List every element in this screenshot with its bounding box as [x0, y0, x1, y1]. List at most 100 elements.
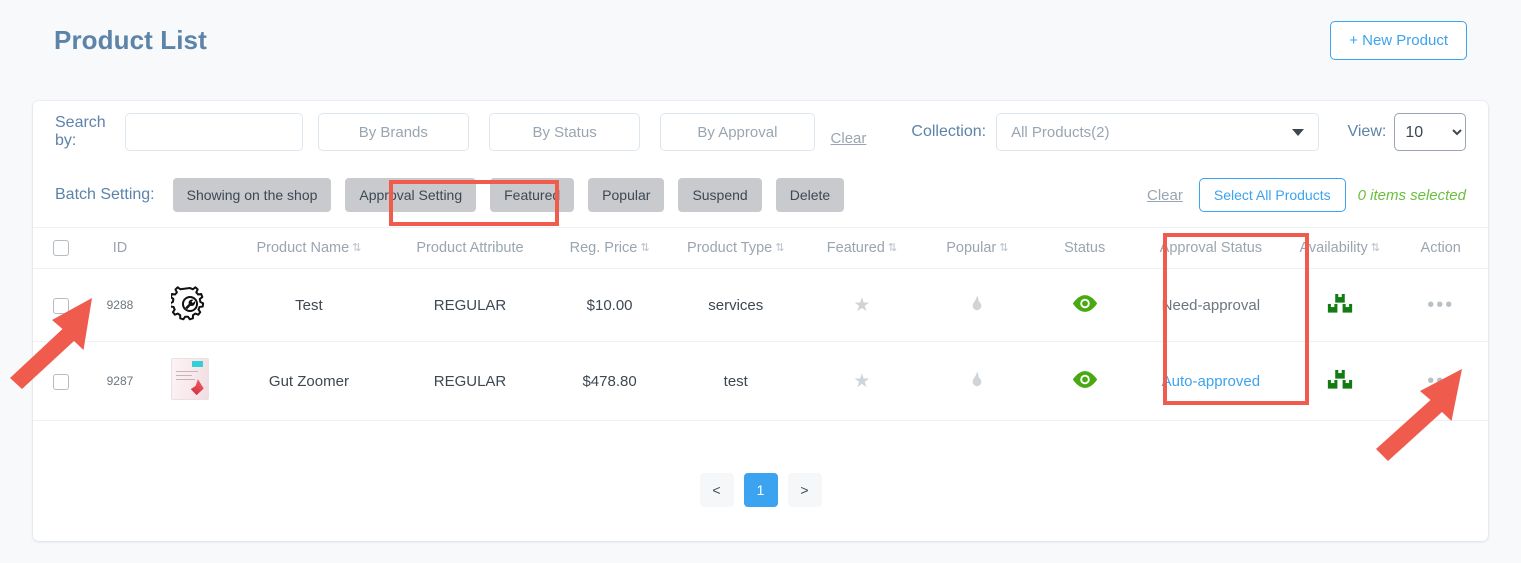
header-approval-status-label: Approval Status	[1159, 240, 1263, 257]
batch-showing-on-shop-button[interactable]: Showing on the shop	[172, 178, 332, 212]
pagination-next-button[interactable]: >	[787, 473, 822, 508]
row-product-type: services	[668, 268, 803, 343]
batch-delete-button[interactable]: Delete	[775, 178, 845, 212]
by-brands-button[interactable]: By Brands	[317, 113, 469, 151]
eye-icon[interactable]	[1071, 294, 1099, 317]
header-status-label: Status	[1064, 240, 1106, 257]
row-id: 9287	[88, 341, 152, 422]
row-action-cell: •••	[1393, 268, 1488, 343]
header-featured-label: Featured	[826, 240, 885, 257]
header-product-type-label: Product Type	[687, 240, 773, 257]
sort-icon[interactable]: ⇅	[640, 243, 649, 254]
batch-featured-button[interactable]: Featured	[490, 178, 575, 212]
view-count-select[interactable]: 10	[1394, 113, 1467, 151]
sort-icon[interactable]: ⇅	[999, 243, 1008, 254]
product-table-header: ID Product Name ⇅ Product Attribute Reg. …	[33, 226, 1488, 270]
select-all-products-button[interactable]: Select All Products	[1198, 178, 1346, 212]
header-popular[interactable]: Popular ⇅	[920, 226, 1034, 270]
filter-clear-link[interactable]: Clear	[831, 130, 867, 147]
header-product-name[interactable]: Product Name ⇅	[228, 226, 390, 270]
eye-icon[interactable]	[1071, 370, 1099, 393]
batch-popular-button[interactable]: Popular	[588, 178, 665, 212]
header-popular-label: Popular	[946, 240, 997, 257]
pagination-page-1-button[interactable]: 1	[743, 473, 778, 508]
row-product-type: test	[668, 341, 803, 422]
header-product-name-label: Product Name	[256, 240, 350, 257]
sort-icon[interactable]: ⇅	[888, 243, 897, 254]
flame-icon[interactable]	[969, 295, 985, 316]
header-featured[interactable]: Featured ⇅	[802, 226, 921, 270]
flame-icon[interactable]	[969, 371, 985, 392]
product-list-card: Search by: By Brands By Status By Approv…	[33, 101, 1488, 541]
box-cap	[191, 361, 203, 368]
pagination: < 1 >	[33, 421, 1488, 508]
row-thumbnail	[151, 341, 229, 422]
header-action: Action	[1393, 226, 1488, 270]
box-line	[175, 371, 198, 373]
filter-toolbar: Search by: By Brands By Status By Approv…	[33, 101, 1488, 163]
row-status-cell	[1033, 341, 1136, 422]
row-popular-cell	[920, 341, 1034, 422]
by-status-button[interactable]: By Status	[488, 113, 641, 151]
row-select-cell	[33, 268, 89, 343]
ellipsis-icon[interactable]: •••	[1427, 370, 1454, 392]
batch-approval-setting-button[interactable]: Approval Setting	[345, 178, 477, 212]
approval-status-link[interactable]: Auto-approved	[1162, 373, 1260, 390]
row-select-cell	[33, 341, 89, 422]
box-logo	[190, 379, 204, 396]
header-id[interactable]: ID	[88, 226, 152, 270]
header-product-type[interactable]: Product Type ⇅	[668, 226, 803, 270]
chevron-down-icon	[1292, 129, 1305, 136]
star-icon[interactable]: ★	[853, 295, 870, 316]
row-popular-cell	[920, 268, 1034, 343]
header-id-label: ID	[112, 240, 128, 257]
sort-icon[interactable]: ⇅	[775, 243, 784, 254]
batch-clear-link[interactable]: Clear	[1147, 187, 1183, 204]
header-action-label: Action	[1420, 240, 1461, 257]
select-all-checkbox[interactable]	[52, 240, 69, 257]
batch-toolbar: Batch Setting: Showing on the shop Appro…	[33, 163, 1488, 227]
row-featured-cell: ★	[802, 341, 921, 422]
search-input[interactable]	[124, 113, 303, 151]
row-product-name: Gut Zoomer	[228, 341, 390, 422]
header-status: Status	[1033, 226, 1136, 270]
ellipsis-icon[interactable]: •••	[1427, 294, 1454, 316]
page-header: Product List + New Product	[0, 0, 1521, 80]
row-product-attribute: REGULAR	[389, 268, 551, 343]
sort-icon[interactable]: ⇅	[352, 243, 361, 254]
header-reg-price[interactable]: Reg. Price ⇅	[550, 226, 669, 270]
product-box-photo	[170, 358, 209, 401]
pagination-prev-button[interactable]: <	[699, 473, 734, 508]
search-by-label: Search by:	[55, 113, 106, 149]
new-product-button[interactable]: + New Product	[1330, 20, 1467, 60]
row-reg-price: $478.80	[550, 341, 669, 422]
row-checkbox[interactable]	[52, 373, 69, 390]
collection-dropdown[interactable]: All Products(2)	[996, 113, 1320, 151]
gear-wrench-icon	[168, 285, 210, 325]
collection-label: Collection:	[911, 122, 987, 140]
row-product-name: Test	[228, 268, 390, 343]
box-line	[175, 379, 195, 381]
view-label: View:	[1347, 122, 1387, 140]
stacked-boxes-icon	[1327, 369, 1353, 394]
batch-suspend-button[interactable]: Suspend	[678, 178, 762, 212]
header-product-attribute[interactable]: Product Attribute	[389, 226, 551, 270]
header-select-all	[33, 226, 89, 270]
header-product-attribute-label: Product Attribute	[416, 240, 524, 257]
batch-setting-label: Batch Setting:	[55, 185, 155, 203]
by-approval-button[interactable]: By Approval	[660, 113, 815, 151]
sort-icon[interactable]: ⇅	[1371, 243, 1380, 254]
header-availability-label: Availability	[1299, 240, 1368, 257]
row-checkbox[interactable]	[52, 297, 69, 314]
row-product-attribute: REGULAR	[389, 341, 551, 422]
star-icon[interactable]: ★	[853, 371, 870, 392]
row-id: 9288	[88, 268, 152, 343]
box-line	[175, 375, 192, 377]
header-availability[interactable]: Availability ⇅	[1286, 226, 1394, 270]
header-reg-price-label: Reg. Price	[569, 240, 638, 257]
stacked-boxes-icon	[1327, 293, 1353, 318]
row-approval-status: Auto-approved	[1135, 341, 1287, 422]
row-status-cell	[1033, 268, 1136, 343]
row-action-cell: •••	[1393, 341, 1488, 422]
collection-selected-value: All Products(2)	[1011, 123, 1110, 141]
